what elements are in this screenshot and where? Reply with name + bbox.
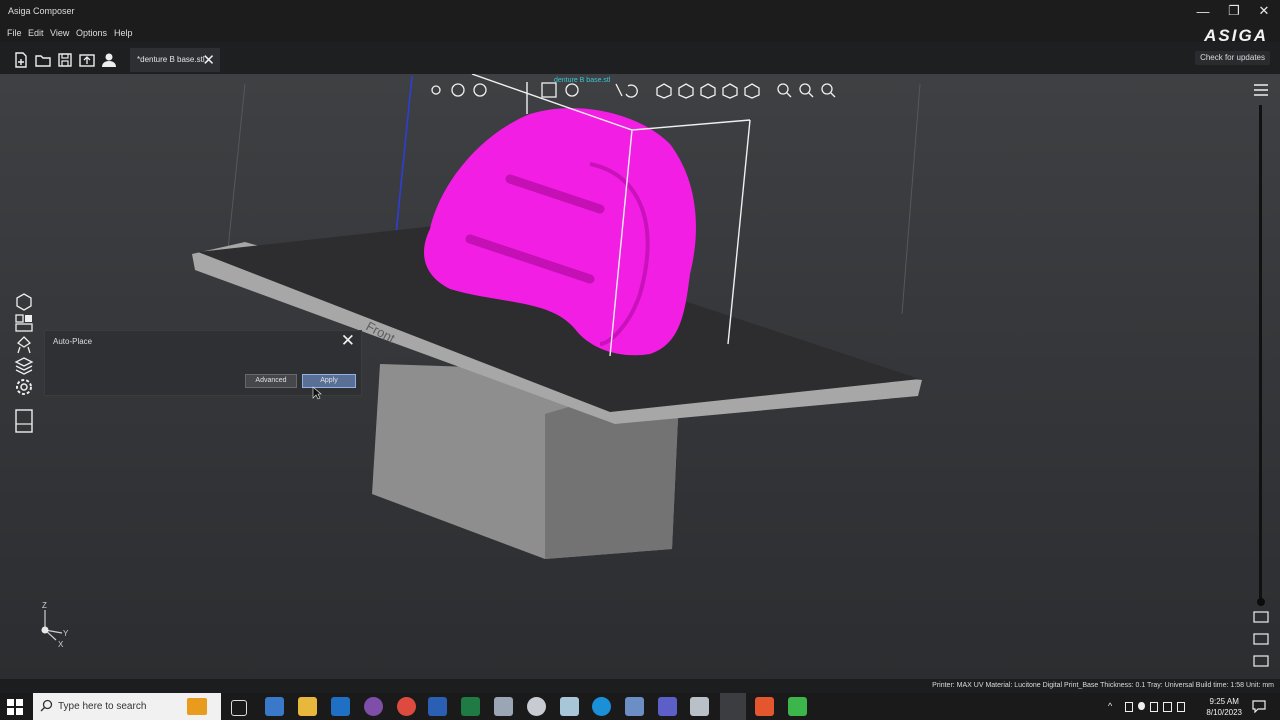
view-layout-icons[interactable] bbox=[1252, 610, 1270, 668]
app-icon[interactable] bbox=[494, 697, 513, 716]
word-icon[interactable] bbox=[428, 697, 447, 716]
view-left-icon bbox=[700, 83, 716, 99]
export-icon[interactable] bbox=[78, 51, 96, 69]
camtasia-icon[interactable] bbox=[788, 697, 807, 716]
view-icon bbox=[565, 83, 579, 97]
zoom-in-icon bbox=[777, 83, 789, 95]
app-icon[interactable] bbox=[560, 697, 579, 716]
scale-icon bbox=[473, 83, 487, 97]
advanced-button[interactable]: Advanced bbox=[245, 374, 297, 388]
supports-icon[interactable] bbox=[14, 335, 34, 355]
new-file-icon[interactable] bbox=[12, 51, 30, 69]
close-tab-icon[interactable]: ✕ bbox=[202, 51, 215, 69]
user-account-icon[interactable] bbox=[100, 51, 118, 69]
clock-time: 9:25 AM bbox=[1209, 697, 1239, 706]
mouse-cursor-icon bbox=[312, 386, 322, 400]
view-back-icon bbox=[678, 83, 694, 99]
slack-icon[interactable] bbox=[364, 697, 383, 716]
build-volume-edge bbox=[227, 83, 246, 250]
document-tab[interactable]: *denture B base.stl ✕ bbox=[130, 48, 220, 72]
app-icon[interactable] bbox=[527, 697, 546, 716]
asiga-composer-taskbar-icon[interactable] bbox=[720, 693, 746, 720]
view-toolbar bbox=[431, 82, 836, 99]
restore-button[interactable]: ❐ bbox=[1219, 2, 1249, 20]
minimize-button[interactable]: — bbox=[1188, 2, 1218, 20]
axis-y-label: Y bbox=[63, 629, 69, 638]
windows-start-icon[interactable] bbox=[6, 698, 24, 716]
save-icon[interactable] bbox=[56, 51, 74, 69]
chrome-icon[interactable] bbox=[397, 697, 416, 716]
printer-icon[interactable] bbox=[14, 408, 34, 434]
search-icon bbox=[40, 699, 53, 712]
undo-icon bbox=[625, 84, 638, 98]
view-right-icon bbox=[722, 83, 738, 99]
clock-date: 8/10/2023 bbox=[1206, 708, 1242, 717]
teams-icon[interactable] bbox=[658, 697, 677, 716]
view-top-icon bbox=[744, 83, 760, 99]
menu-file[interactable]: File bbox=[7, 28, 22, 38]
tray-chevron-icon[interactable]: ^ bbox=[1108, 701, 1112, 711]
app-icon[interactable] bbox=[690, 697, 709, 716]
auto-place-icon[interactable] bbox=[14, 313, 34, 333]
status-info: Printer: MAX UV Material: Lucitone Digit… bbox=[932, 682, 1274, 689]
zoom-out-icon bbox=[799, 83, 811, 95]
auto-place-title: Auto-Place bbox=[53, 337, 93, 346]
title-bar: Asiga Composer — ❐ ✕ bbox=[0, 0, 1280, 24]
menu-view[interactable]: View bbox=[50, 28, 69, 38]
notifications-icon[interactable] bbox=[1252, 700, 1266, 713]
menu-options[interactable]: Options bbox=[76, 28, 107, 38]
app-icon[interactable] bbox=[755, 697, 774, 716]
rotate-icon bbox=[451, 83, 465, 97]
move-icon bbox=[431, 85, 441, 95]
status-bar: Printer: MAX UV Material: Lucitone Digit… bbox=[0, 679, 1280, 693]
taskbar: Type here to search ^ 9:25 AM 8/10/2023 bbox=[0, 693, 1280, 720]
briefcase-icon bbox=[187, 698, 207, 715]
close-window-button[interactable]: ✕ bbox=[1249, 2, 1279, 20]
open-folder-icon[interactable] bbox=[34, 51, 52, 69]
check-updates-button[interactable]: Check for updates bbox=[1195, 51, 1270, 65]
build-volume-edge bbox=[901, 83, 921, 315]
view-front-icon bbox=[656, 83, 672, 99]
axis-x-label: X bbox=[58, 640, 64, 649]
calculator-icon[interactable] bbox=[265, 697, 284, 716]
close-panel-icon[interactable]: ✕ bbox=[341, 331, 355, 351]
axis-gizmo: Z Y X bbox=[41, 601, 69, 649]
system-tray-icons[interactable] bbox=[1125, 702, 1186, 712]
axis-z-label: Z bbox=[42, 601, 47, 610]
window-title: Asiga Composer bbox=[8, 6, 75, 16]
outlook-icon[interactable] bbox=[331, 697, 350, 716]
menu-bar: File Edit View Options Help bbox=[0, 24, 1280, 42]
search-placeholder: Type here to search bbox=[58, 701, 147, 712]
file-explorer-icon[interactable] bbox=[298, 697, 317, 716]
taskbar-search-box[interactable]: Type here to search bbox=[33, 693, 221, 720]
layers-icon[interactable] bbox=[14, 356, 34, 376]
document-tab-label: *denture B base.stl bbox=[137, 55, 205, 64]
measure-icon bbox=[615, 83, 623, 97]
add-part-icon[interactable] bbox=[14, 292, 34, 312]
apply-button[interactable]: Apply bbox=[302, 374, 356, 388]
edge-icon[interactable] bbox=[592, 697, 611, 716]
menu-edit[interactable]: Edit bbox=[28, 28, 44, 38]
taskbar-clock[interactable]: 9:25 AM 8/10/2023 bbox=[1206, 696, 1242, 718]
zoom-fit-icon bbox=[821, 83, 833, 95]
pen-icon[interactable] bbox=[625, 697, 644, 716]
layer-slider-handle[interactable] bbox=[1257, 598, 1265, 606]
settings-gear-icon[interactable] bbox=[14, 377, 34, 397]
excel-icon[interactable] bbox=[461, 697, 480, 716]
layer-slider-track[interactable] bbox=[1259, 105, 1262, 603]
list-view-icon[interactable] bbox=[1252, 82, 1270, 98]
menu-help[interactable]: Help bbox=[114, 28, 133, 38]
task-view-icon[interactable] bbox=[231, 700, 247, 716]
grid-icon bbox=[541, 82, 557, 98]
